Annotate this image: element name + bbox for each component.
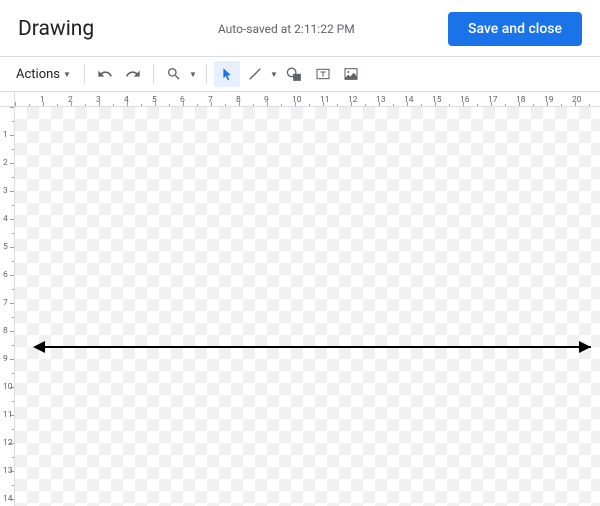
image-tool-button[interactable] xyxy=(338,61,364,87)
actions-menu-button[interactable]: Actions ▼ xyxy=(10,63,77,86)
double-arrow-shape[interactable] xyxy=(15,107,600,506)
toolbar-separator xyxy=(84,64,85,84)
dialog-title: Drawing xyxy=(18,17,94,41)
toolbar-separator xyxy=(206,64,207,84)
vertical-ruler: 1234567891011121314 xyxy=(0,107,15,506)
shape-icon xyxy=(286,66,303,83)
chevron-down-icon[interactable]: ▼ xyxy=(187,70,199,79)
undo-icon xyxy=(97,66,113,82)
dialog-header: Drawing Auto-saved at 2:11:22 PM Save an… xyxy=(0,0,600,56)
drawing-canvas[interactable] xyxy=(15,107,600,506)
undo-button[interactable] xyxy=(92,61,118,87)
textbox-tool-button[interactable] xyxy=(310,61,336,87)
autosave-status: Auto-saved at 2:11:22 PM xyxy=(218,22,355,36)
chevron-down-icon[interactable]: ▼ xyxy=(268,70,280,79)
actions-label: Actions xyxy=(16,67,60,82)
save-and-close-button[interactable]: Save and close xyxy=(448,12,582,46)
cursor-icon xyxy=(219,67,234,82)
toolbar: Actions ▼ ▼ ▼ xyxy=(0,56,600,92)
toolbar-separator xyxy=(153,64,154,84)
ruler-corner xyxy=(0,92,15,107)
select-tool-button[interactable] xyxy=(214,61,240,87)
canvas-area: 123456789101112131415161718192021 123456… xyxy=(0,92,600,506)
zoom-icon xyxy=(166,66,182,82)
shape-tool-button[interactable] xyxy=(282,61,308,87)
image-icon xyxy=(343,66,359,82)
redo-button[interactable] xyxy=(120,61,146,87)
textbox-icon xyxy=(315,66,331,82)
zoom-button[interactable] xyxy=(161,61,187,87)
line-icon xyxy=(247,66,263,82)
chevron-down-icon: ▼ xyxy=(63,70,71,79)
line-tool-button[interactable] xyxy=(242,61,268,87)
horizontal-ruler: 123456789101112131415161718192021 xyxy=(15,92,600,107)
redo-icon xyxy=(125,66,141,82)
